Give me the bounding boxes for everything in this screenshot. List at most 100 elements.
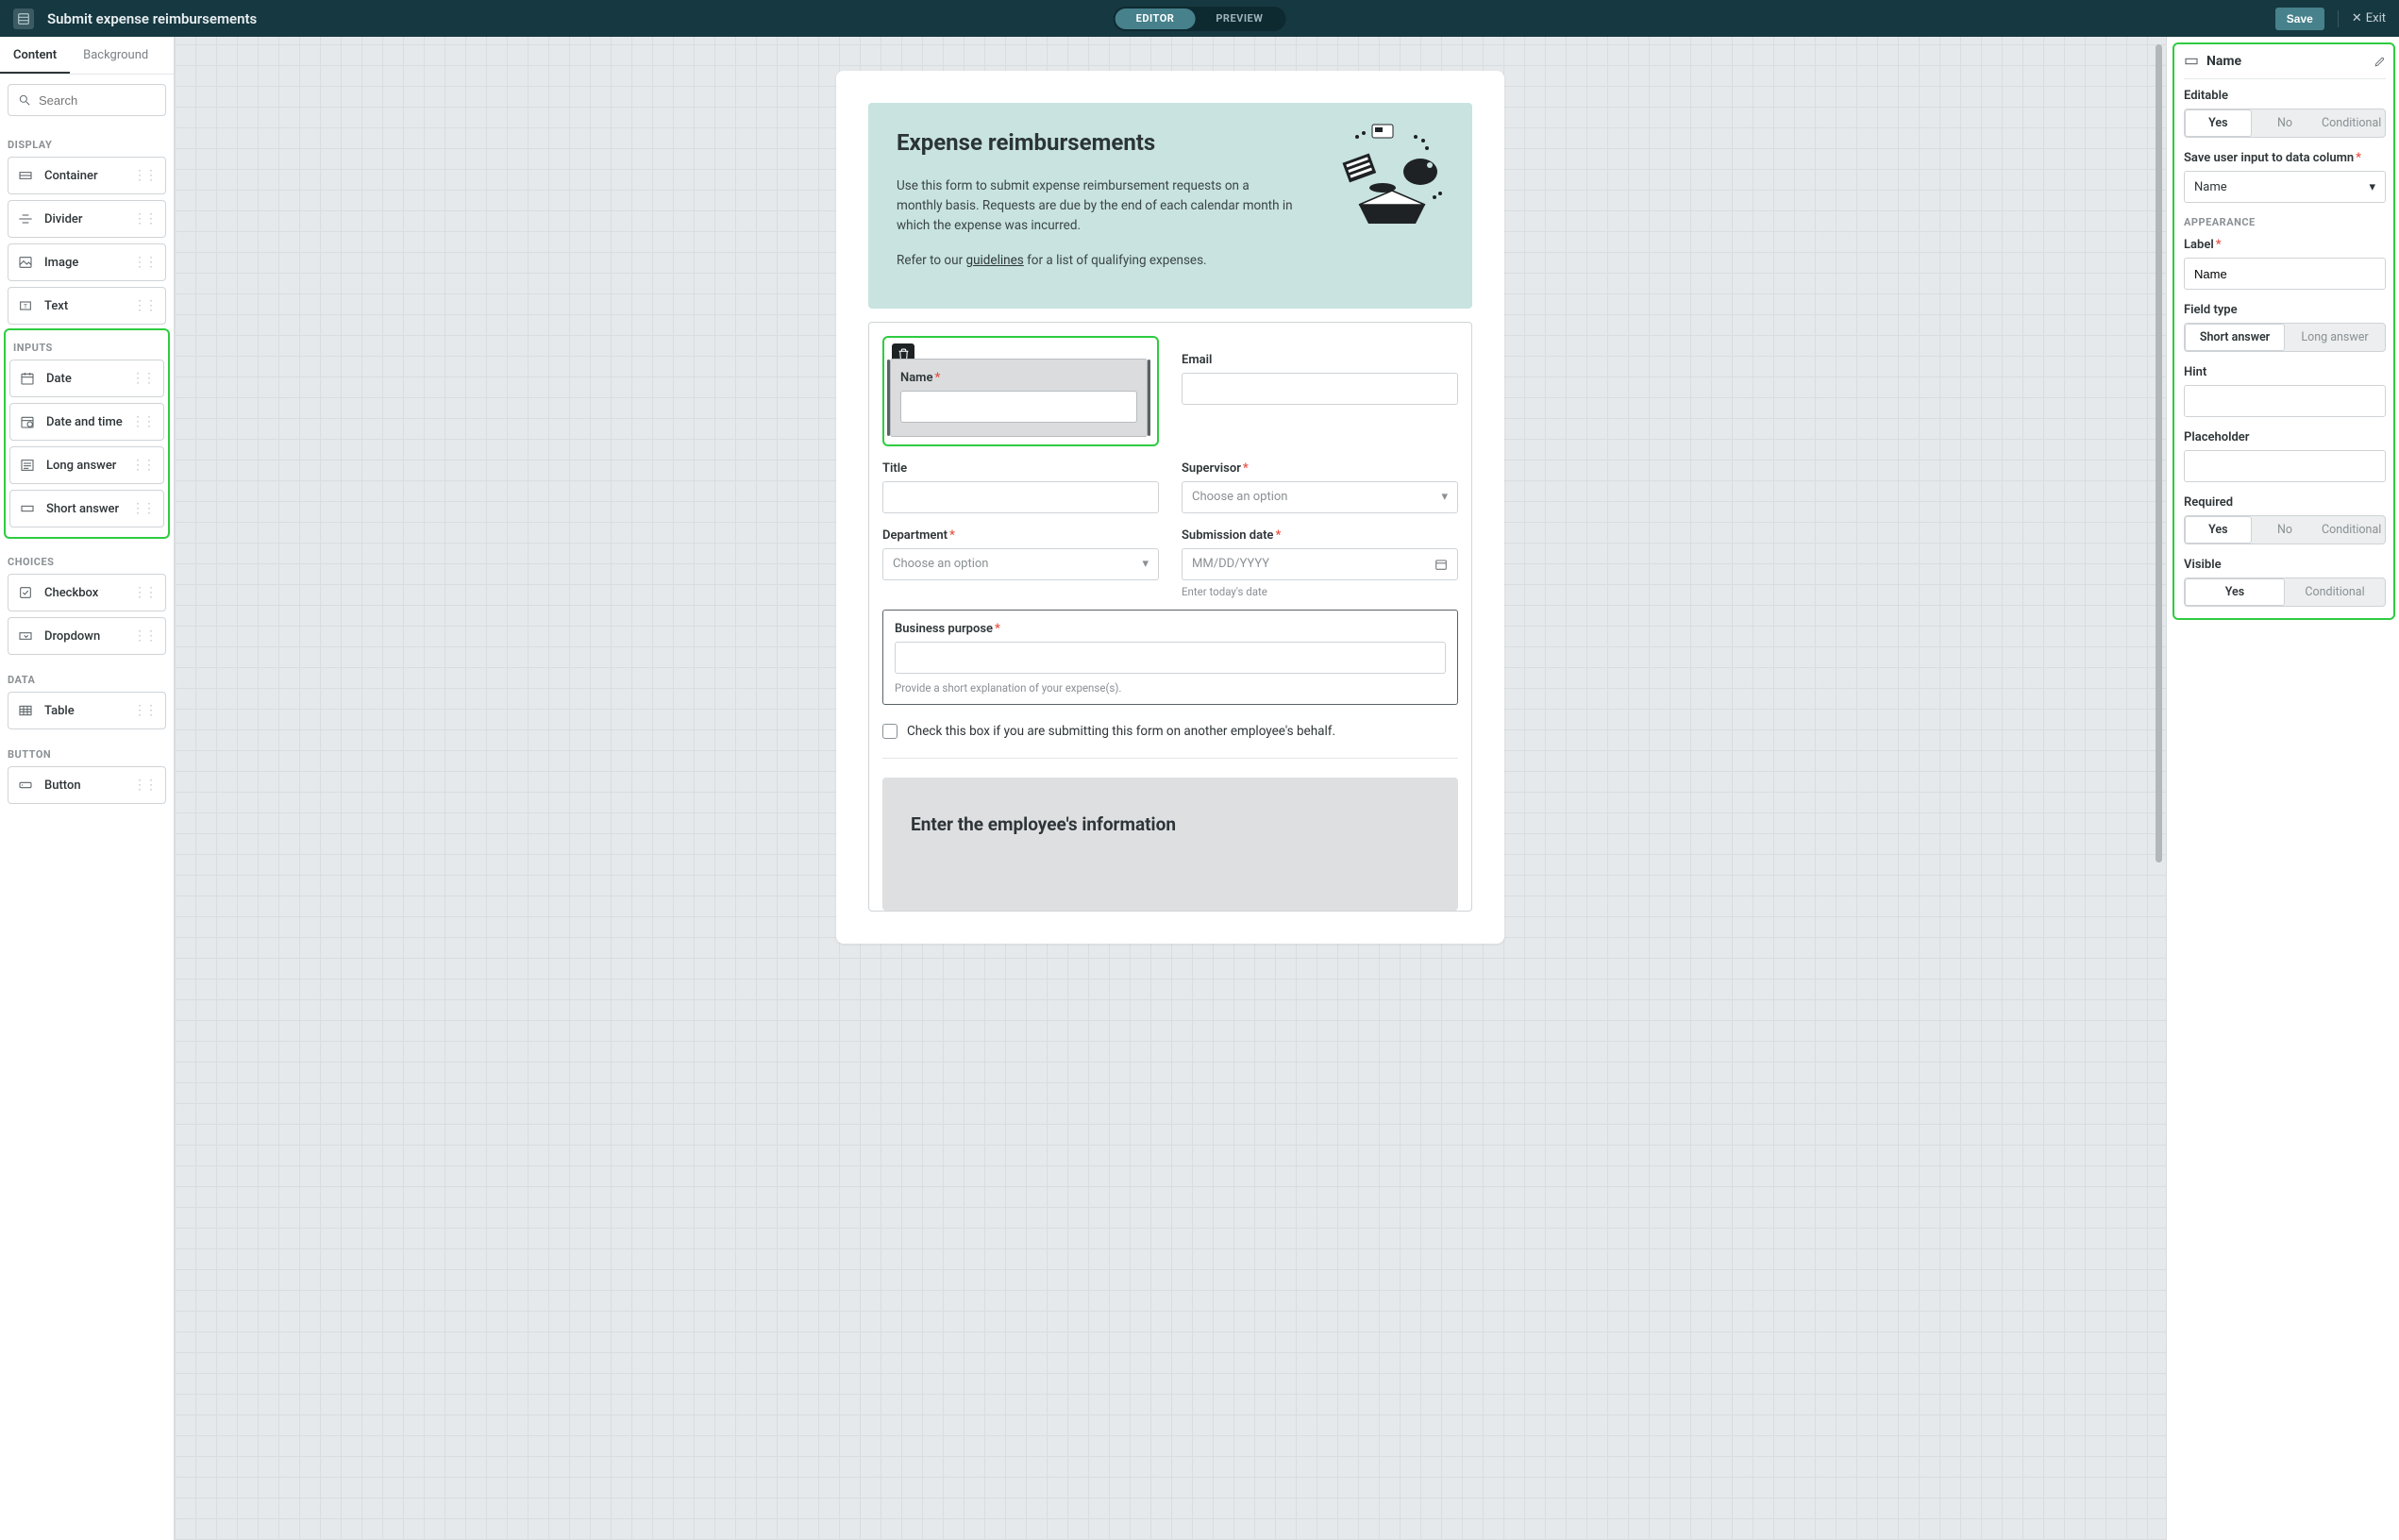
- supervisor-select[interactable]: Choose an option ▾: [1182, 481, 1458, 513]
- palette-checkbox[interactable]: Checkbox ⋮⋮: [8, 574, 166, 611]
- palette-short-answer[interactable]: Short answer ⋮⋮: [9, 490, 164, 527]
- left-tabs: Content Background: [0, 37, 174, 75]
- cat-inputs: INPUTS: [9, 332, 164, 360]
- search-box[interactable]: [8, 84, 166, 116]
- form-banner[interactable]: Expense reimbursements Use this form to …: [868, 103, 1472, 309]
- form-card[interactable]: Expense reimbursements Use this form to …: [836, 71, 1504, 944]
- title-label: Title: [882, 461, 1159, 476]
- behalf-checkbox[interactable]: [882, 724, 898, 739]
- editable-no[interactable]: No: [2252, 109, 2319, 137]
- fieldtype-label: Field type: [2184, 303, 2386, 317]
- inputs-group-highlighted: INPUTS Date ⋮⋮ Date and time ⋮⋮ Long ans…: [4, 328, 170, 539]
- required-conditional[interactable]: Conditional: [2318, 516, 2385, 544]
- grip-icon: ⋮⋮: [133, 255, 156, 270]
- purpose-input[interactable]: [895, 642, 1446, 674]
- grip-icon: ⋮⋮: [133, 211, 156, 226]
- grip-icon: ⋮⋮: [133, 703, 156, 718]
- date-input[interactable]: MM/DD/YYYY: [1182, 548, 1458, 580]
- required-segmented: Yes No Conditional: [2184, 515, 2386, 544]
- tab-background[interactable]: Background: [70, 37, 161, 74]
- palette-button[interactable]: Button ⋮⋮: [8, 766, 166, 804]
- required-label: Required: [2184, 495, 2386, 510]
- right-panel: Name Editable Yes No Conditional Save us…: [2166, 37, 2399, 1540]
- grip-icon: ⋮⋮: [133, 298, 156, 313]
- palette-label: Button: [44, 778, 133, 793]
- date-label: Submission date*: [1182, 528, 1458, 543]
- app-icon: [13, 8, 34, 29]
- left-panel: Content Background DISPLAY Container ⋮⋮ …: [0, 37, 175, 1540]
- text-icon: T: [18, 298, 35, 313]
- required-no[interactable]: No: [2252, 516, 2319, 544]
- scrollbar-thumb[interactable]: [2156, 44, 2162, 862]
- divider: [2338, 10, 2339, 27]
- hint-label: Hint: [2184, 365, 2386, 379]
- fieldtype-segmented: Short answer Long answer: [2184, 323, 2386, 352]
- palette-image[interactable]: Image ⋮⋮: [8, 243, 166, 281]
- palette-datetime[interactable]: Date and time ⋮⋮: [9, 403, 164, 441]
- canvas[interactable]: Expense reimbursements Use this form to …: [175, 37, 2166, 1540]
- table-icon: [18, 703, 35, 718]
- visible-label: Visible: [2184, 558, 2386, 572]
- form-body: Name* Email Title: [868, 322, 1472, 912]
- grip-icon: ⋮⋮: [131, 371, 154, 386]
- palette-text[interactable]: T Text ⋮⋮: [8, 287, 166, 325]
- mode-toggle: EDITOR PREVIEW: [1114, 7, 1286, 31]
- label-input[interactable]: [2184, 258, 2386, 290]
- edit-icon[interactable]: [2374, 56, 2386, 68]
- grip-icon: ⋮⋮: [131, 458, 154, 473]
- palette-divider[interactable]: Divider ⋮⋮: [8, 200, 166, 238]
- name-input[interactable]: [900, 391, 1137, 423]
- palette-label: Table: [44, 704, 133, 718]
- behalf-checkbox-row[interactable]: Check this box if you are submitting thi…: [869, 718, 1471, 752]
- editable-yes[interactable]: Yes: [2185, 109, 2252, 137]
- chevron-down-icon: ▾: [1441, 490, 1448, 504]
- required-yes[interactable]: Yes: [2185, 516, 2252, 544]
- exit-button[interactable]: ✕ Exit: [2352, 11, 2386, 25]
- selected-name-field[interactable]: Name*: [890, 359, 1148, 437]
- editable-conditional[interactable]: Conditional: [2318, 109, 2385, 137]
- save-column-select[interactable]: Name ▾: [2184, 171, 2386, 203]
- placeholder-label: Placeholder: [2184, 430, 2386, 444]
- hint-input[interactable]: [2184, 385, 2386, 417]
- top-bar: Submit expense reimbursements EDITOR PRE…: [0, 0, 2399, 37]
- checkbox-icon: [18, 585, 35, 600]
- palette-label: Image: [44, 256, 133, 270]
- banner-illustration: [1331, 120, 1453, 243]
- palette-label: Long answer: [46, 459, 131, 473]
- visible-conditional[interactable]: Conditional: [2285, 578, 2385, 606]
- save-column-label: Save user input to data column*: [2184, 151, 2386, 165]
- guidelines-link[interactable]: guidelines: [966, 253, 1024, 268]
- palette-label: Dropdown: [44, 629, 133, 644]
- business-purpose-container[interactable]: Business purpose* Provide a short explan…: [882, 610, 1458, 705]
- placeholder-input[interactable]: [2184, 450, 2386, 482]
- title-input[interactable]: [882, 481, 1159, 513]
- grip-icon: ⋮⋮: [131, 501, 154, 516]
- page-title: Submit expense reimbursements: [47, 10, 257, 27]
- palette-container[interactable]: Container ⋮⋮: [8, 157, 166, 194]
- palette-long-answer[interactable]: Long answer ⋮⋮: [9, 446, 164, 484]
- fieldtype-short[interactable]: Short answer: [2185, 324, 2285, 351]
- banner-p2-pre: Refer to our: [897, 253, 966, 268]
- selected-field-outline: Name*: [882, 336, 1159, 446]
- canvas-scrollbar[interactable]: [2156, 44, 2162, 1532]
- banner-p2-post: for a list of qualifying expenses.: [1024, 253, 1207, 268]
- visible-segmented: Yes Conditional: [2184, 578, 2386, 607]
- section-card[interactable]: Enter the employee's information: [882, 778, 1458, 911]
- department-select[interactable]: Choose an option ▾: [882, 548, 1159, 580]
- name-label: Name*: [900, 371, 1137, 385]
- palette-date[interactable]: Date ⋮⋮: [9, 360, 164, 397]
- fieldtype-long[interactable]: Long answer: [2285, 324, 2385, 351]
- tab-content[interactable]: Content: [0, 37, 70, 74]
- long-answer-icon: [20, 458, 37, 473]
- short-answer-icon: [2184, 54, 2199, 69]
- palette-dropdown[interactable]: Dropdown ⋮⋮: [8, 617, 166, 655]
- email-input[interactable]: [1182, 373, 1458, 405]
- save-button[interactable]: Save: [2275, 8, 2324, 30]
- palette-table[interactable]: Table ⋮⋮: [8, 692, 166, 729]
- mode-preview[interactable]: PREVIEW: [1195, 8, 1283, 29]
- mode-editor[interactable]: EDITOR: [1116, 8, 1196, 29]
- supervisor-label: Supervisor*: [1182, 461, 1458, 476]
- svg-text:T: T: [24, 303, 27, 310]
- purpose-label: Business purpose*: [895, 622, 1446, 636]
- visible-yes[interactable]: Yes: [2185, 578, 2285, 606]
